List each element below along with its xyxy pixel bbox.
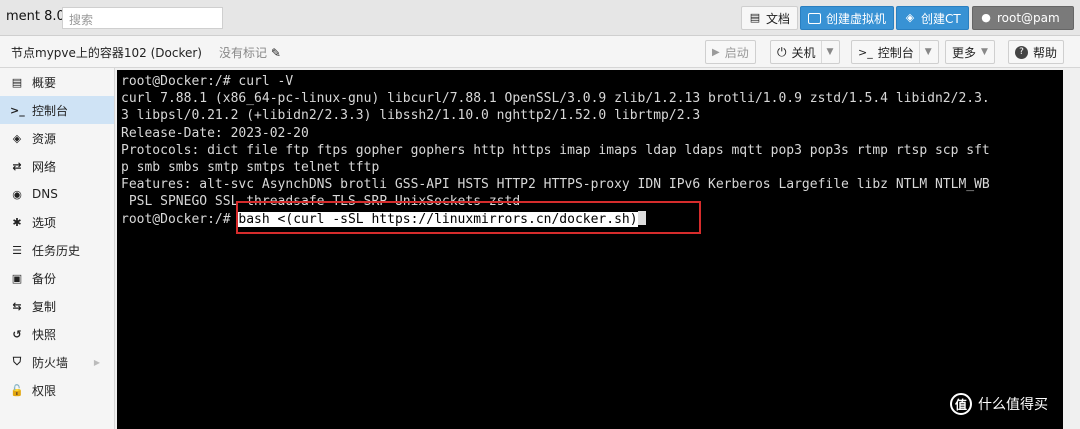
sidebar-item[interactable]: >_ 控制台 (0, 96, 114, 124)
sidebar-item-label: 权限 (32, 383, 57, 398)
create-ct-button[interactable]: ◈ 创建CT (896, 6, 969, 30)
create-vm-button[interactable]: 创建虚拟机 (800, 6, 895, 30)
user-icon: ● (981, 11, 991, 24)
sidebar-item-label: DNS (32, 187, 58, 201)
cube-icon: ◈ (905, 11, 915, 24)
watermark-logo: 值 (950, 393, 972, 415)
play-icon: ▶ (712, 46, 720, 58)
cube-icon: ◈ (12, 131, 22, 145)
sidebar-item[interactable]: ✱ 选项 (0, 208, 114, 236)
page-title: 节点mypve上的容器102 (Docker) (11, 46, 202, 60)
gear-icon: ✱ (12, 215, 22, 229)
terminal-line: curl 7.88.1 (x86_64-pc-linux-gnu) libcur… (121, 91, 990, 107)
docs-label: 文档 (766, 11, 791, 26)
shield-icon: ⛉ (12, 355, 22, 368)
history-icon: ↺ (12, 327, 22, 341)
sidebar-item[interactable]: ☰ 任务历史 (0, 236, 114, 264)
sidebar-item-label: 资源 (32, 131, 57, 146)
user-label: root@pam (997, 11, 1060, 25)
edit-tags[interactable]: 没有标记 ✎ (219, 44, 281, 61)
power-icon: ⏻ (777, 44, 787, 59)
create-ct-label: 创建CT (921, 11, 961, 26)
sidebar-item[interactable]: ◉ DNS (0, 180, 114, 208)
watermark: 值 什么值得买 (950, 393, 1048, 415)
shutdown-button[interactable]: ⏻ 关机 ▼ (770, 40, 841, 64)
sidebar-item[interactable]: ⛉ 防火墙 ▶ (0, 348, 114, 376)
terminal-line: Protocols: dict file ftp ftps gopher gop… (121, 142, 990, 158)
sidebar-item-label: 网络 (32, 159, 57, 174)
shutdown-label: 关机 (791, 45, 816, 60)
terminal-line: p smb smbs smtp smtps telnet tftp (121, 160, 380, 176)
start-label: 启动 (724, 45, 749, 60)
tag-label: 没有标记 (219, 46, 268, 60)
question-icon: ? (1015, 45, 1028, 59)
floppy-icon: ▣ (11, 271, 23, 285)
chevron-down-icon[interactable]: ▼ (820, 41, 833, 63)
console-button[interactable]: >_ 控制台 ▼ (851, 40, 939, 64)
terminal-console[interactable]: root@Docker:/# curl -V curl 7.88.1 (x86_6… (117, 70, 1063, 429)
start-button[interactable]: ▶ 启动 (705, 40, 756, 64)
globe-icon: ◉ (12, 187, 22, 201)
sidebar-item[interactable]: ⇄ 网络 (0, 152, 114, 180)
list-icon: ☰ (12, 243, 22, 257)
terminal-line: root@Docker:/# curl -V (121, 74, 294, 89)
search-placeholder: 搜索 (69, 13, 94, 27)
sidebar-item-label: 备份 (32, 271, 57, 286)
sidebar-item[interactable]: 🔓 权限 (0, 376, 114, 404)
desktop-icon (808, 12, 821, 24)
scrollbar[interactable] (1063, 70, 1080, 429)
docs-button[interactable]: ▤ 文档 (741, 6, 799, 30)
sidebar-item-label: 防火墙 (32, 355, 69, 370)
unlock-icon: 🔓 (10, 383, 24, 397)
sidebar-item-label: 控制台 (32, 103, 69, 118)
chevron-right-icon: ▶ (93, 357, 100, 367)
more-label: 更多 (952, 45, 977, 60)
chevron-down-icon[interactable]: ▼ (918, 41, 932, 63)
sidebar-item[interactable]: ⇆ 复制 (0, 292, 114, 320)
terminal-icon: >_ (10, 103, 25, 117)
sidebar-item-label: 概要 (32, 75, 57, 90)
terminal-icon: >_ (858, 45, 873, 59)
terminal-prompt: root@Docker:/# (121, 211, 239, 227)
sidebar-item-label: 选项 (32, 215, 57, 230)
sidebar-item[interactable]: ↺ 快照 (0, 320, 114, 348)
sidebar-item-label: 快照 (32, 327, 57, 342)
chevron-down-icon: ▼ (981, 47, 988, 57)
search-input[interactable]: 搜索 (62, 7, 223, 29)
watermark-text: 什么值得买 (978, 397, 1048, 413)
help-label: 帮助 (1033, 45, 1058, 60)
sidebar-item-label: 任务历史 (32, 243, 81, 258)
user-menu-button[interactable]: ● root@pam (972, 6, 1074, 30)
terminal-line: Release-Date: 2023-02-20 (121, 125, 309, 141)
terminal-line: Features: alt-svc AsynchDNS brotli GSS-A… (121, 177, 990, 193)
exchange-icon: ⇄ (12, 159, 22, 173)
sidebar-item[interactable]: ▤ 概要 (0, 68, 114, 96)
terminal-line: 3 libpsl/0.21.2 (+libidn2/2.3.3) libssh2… (121, 108, 701, 124)
sidebar-item[interactable]: ◈ 资源 (0, 124, 114, 152)
book-icon: ▤ (11, 75, 23, 89)
top-header: ment 8.0.3 搜索 ▤ 文档 创建虚拟机 ◈ 创建CT ● root@p… (0, 0, 1080, 36)
sidebar: ▤ 概要 >_ 控制台 ◈ 资源 ⇄ 网络 ◉ DNS ✱ 选项 ☰ 任务历史 ▣ 备份 ⇆ 复制 ↺ 快照 ⛉ 防火墙 ▶… (0, 68, 115, 429)
console-label: 控制台 (877, 45, 914, 60)
sidebar-item[interactable]: ▣ 备份 (0, 264, 114, 292)
retweet-icon: ⇆ (12, 299, 22, 313)
help-button[interactable]: ? 帮助 (1008, 40, 1065, 64)
more-button[interactable]: 更多 ▼ (945, 40, 995, 64)
pencil-icon: ✎ (270, 46, 281, 60)
content-toolbar: 节点mypve上的容器102 (Docker) 没有标记 ✎ ▶ 启动 ⏻ 关机… (0, 36, 1080, 68)
book-icon: ▤ (749, 11, 761, 24)
create-vm-label: 创建虚拟机 (826, 11, 887, 26)
sidebar-item-label: 复制 (32, 299, 57, 314)
highlight-box (236, 201, 701, 234)
